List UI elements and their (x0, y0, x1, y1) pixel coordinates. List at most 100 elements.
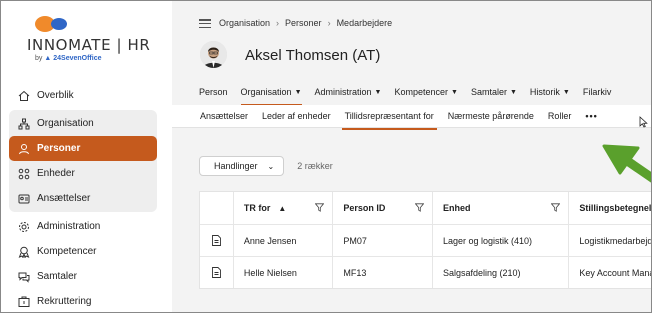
logo-text: INNOMATE | HR (27, 36, 151, 54)
sidebar-item-ansaettelser[interactable]: Ansættelser (9, 186, 157, 211)
sidebar-item-label: Overblik (37, 90, 74, 101)
column-header-label: TR for (243, 203, 271, 213)
breadcrumb-item[interactable]: Organisation (219, 18, 270, 28)
sidebar-item-kompetencer[interactable]: Kompetencer (9, 239, 157, 264)
table-cell: PM07 (333, 225, 433, 256)
tab-organisation[interactable]: Organisation ▼ (240, 85, 302, 106)
sidebar-item-samtaler[interactable]: Samtaler (9, 264, 157, 289)
logo-by: by (35, 55, 43, 62)
tab-label: Person (199, 87, 228, 97)
more-icon[interactable]: ••• (585, 111, 597, 121)
document-icon (211, 267, 221, 278)
sidebar-item-rekruttering[interactable]: Rekruttering (9, 289, 157, 312)
column-header-person-id[interactable]: Person ID (333, 192, 433, 224)
main-area: Organisation › Personer › Medarbejdere A… (172, 1, 652, 312)
avatar (200, 41, 227, 68)
tab-historik[interactable]: Historik ▼ (530, 85, 570, 99)
breadcrumb: Organisation › Personer › Medarbejdere (219, 18, 392, 28)
tab-label: Organisation (240, 87, 292, 97)
actions-dropdown-button[interactable]: Handlinger ⌄ (199, 156, 285, 176)
table-cell: Anne Jensen (234, 225, 334, 256)
table-cell: Lager og logistik (410) (433, 225, 570, 256)
document-icon (211, 235, 221, 246)
data-table: TR for ▲ Person ID Enhed Stillingsbetegn… (199, 191, 652, 289)
mouse-cursor-icon (639, 116, 648, 128)
logo-mark-icon (35, 16, 67, 32)
table-header-cell (200, 192, 234, 224)
sort-up-icon[interactable]: ▲ (278, 204, 286, 213)
column-header-label: Person ID (343, 203, 386, 213)
chevron-right-icon: › (327, 18, 331, 28)
sub-tabs: Ansættelser Leder af enheder Tillidsrepr… (200, 111, 612, 130)
table-cell: Logistikmedarbejder (579, 235, 652, 246)
logo-sub: by ▲ 24SevenOffice (35, 55, 102, 62)
person-icon (17, 142, 31, 156)
tab-label: Samtaler (470, 87, 507, 97)
table-header-row: TR for ▲ Person ID Enhed Stillingsbetegn… (200, 192, 651, 225)
chevron-down-icon: ▼ (509, 88, 517, 96)
chevron-right-icon: › (276, 18, 280, 28)
settings-icon (17, 220, 31, 234)
subtab-roller[interactable]: Roller (548, 111, 572, 121)
org-chart-icon (17, 117, 31, 131)
sub-tabs-bar: Ansættelser Leder af enheder Tillidsrepr… (172, 105, 651, 130)
sidebar-group-organisation: Organisation Personer Enheder Ansættelse… (9, 110, 157, 212)
subtab-ansaettelser[interactable]: Ansættelser (200, 111, 248, 121)
sidebar: INNOMATE | HR by ▲ 24SevenOffice Overbli… (1, 1, 172, 312)
sidebar-item-label: Kompetencer (37, 246, 97, 257)
sidebar-item-administration[interactable]: Administration (9, 214, 157, 239)
tab-person[interactable]: Person (199, 85, 228, 99)
subtab-tillidsrepraesentant-for[interactable]: Tillidsrepræsentant for (341, 111, 438, 130)
recruit-icon (17, 295, 31, 309)
column-header-enhed[interactable]: Enhed (433, 192, 570, 224)
sidebar-item-label: Enheder (37, 168, 75, 179)
sidebar-item-label: Administration (37, 221, 101, 232)
table-cell: MF13 (333, 257, 433, 288)
tab-label: Historik (529, 87, 560, 97)
breadcrumb-item[interactable]: Medarbejdere (337, 18, 393, 28)
units-icon (17, 167, 31, 181)
breadcrumb-item[interactable]: Personer (285, 18, 322, 28)
chevron-down-icon: ▼ (294, 88, 302, 96)
home-icon (17, 89, 31, 103)
tab-kompetencer[interactable]: Kompetencer ▼ (394, 85, 457, 99)
sidebar-item-organisation[interactable]: Organisation (9, 111, 157, 136)
table-cell: Key Account Manager (579, 267, 651, 278)
sidebar-item-label: Ansættelser (37, 193, 91, 204)
table-cell: Helle Nielsen (234, 257, 334, 288)
app-window: INNOMATE | HR by ▲ 24SevenOffice Overbli… (0, 0, 652, 313)
sidebar-item-label: Organisation (37, 118, 94, 129)
chevron-down-icon: ▼ (451, 88, 458, 96)
actions-label: Handlinger (214, 161, 258, 171)
sidebar-item-personer[interactable]: Personer (9, 136, 157, 161)
row-document-icon[interactable] (200, 225, 234, 256)
tab-administration[interactable]: Administration ▼ (315, 85, 382, 99)
skills-icon (17, 245, 31, 259)
sidebar-item-label: Samtaler (37, 271, 78, 282)
toolbar: Handlinger ⌄ 2 rækker (199, 156, 333, 176)
filter-icon[interactable] (414, 203, 424, 212)
subtab-leder-af-enheder[interactable]: Leder af enheder (262, 111, 331, 121)
row-document-icon[interactable] (200, 257, 234, 288)
tab-label: Filarkiv (582, 87, 612, 97)
logo-brand: 24SevenOffice (53, 55, 102, 62)
tab-label: Kompetencer (394, 87, 448, 97)
column-header-label: Enhed (442, 203, 471, 213)
subtab-naermeste-paaroerende[interactable]: Nærmeste pårørende (448, 111, 534, 121)
menu-icon[interactable] (199, 19, 211, 28)
table-row[interactable]: Helle Nielsen MF13 Salgsafdeling (210) K… (200, 257, 651, 288)
column-header-tr-for[interactable]: TR for ▲ (234, 192, 334, 224)
chevron-down-icon: ▼ (374, 88, 382, 96)
tab-samtaler[interactable]: Samtaler ▼ (471, 85, 517, 99)
row-count: 2 rækker (297, 161, 333, 171)
filter-icon[interactable] (551, 203, 561, 212)
page-title: Aksel Thomsen (AT) (245, 47, 381, 64)
sidebar-item-enheder[interactable]: Enheder (9, 161, 157, 186)
sidebar-item-label: Rekruttering (37, 296, 92, 307)
tab-filarkiv[interactable]: Filarkiv (583, 85, 612, 99)
sidebar-item-overblik[interactable]: Overblik (9, 83, 157, 108)
table-cell: Salgsafdeling (210) (433, 257, 570, 288)
table-row[interactable]: Anne Jensen PM07 Lager og logistik (410)… (200, 225, 652, 257)
filter-icon[interactable] (315, 203, 325, 212)
employment-icon (17, 192, 31, 206)
